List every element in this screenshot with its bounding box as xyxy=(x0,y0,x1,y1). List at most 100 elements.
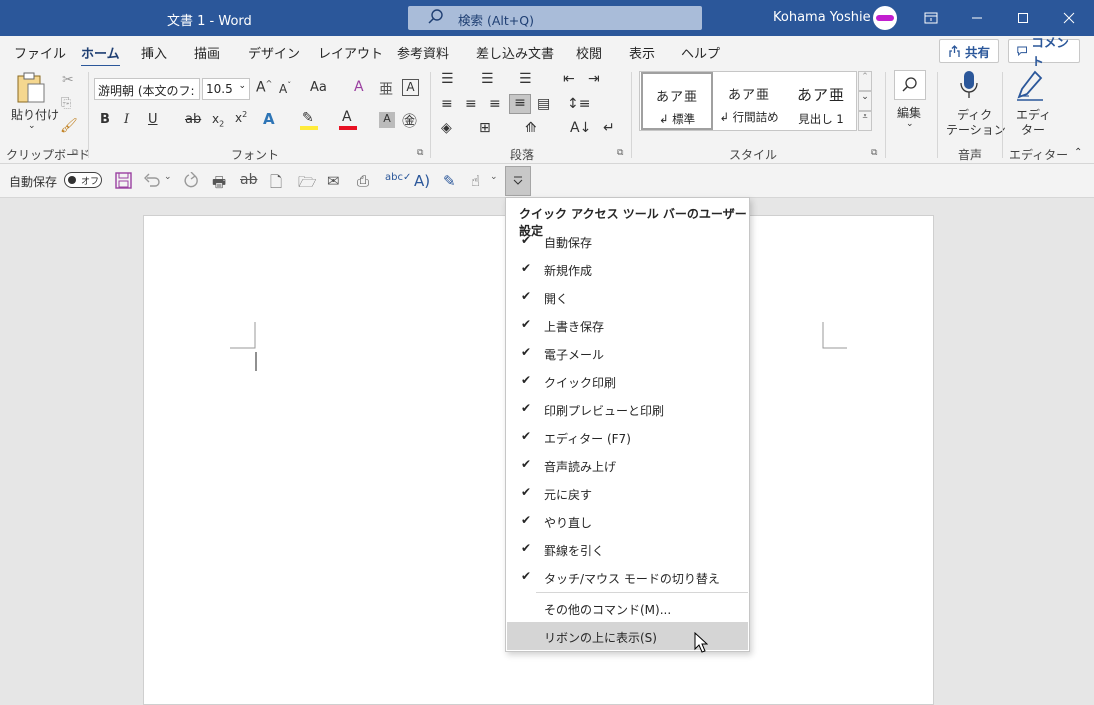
paragraph-launcher-icon[interactable]: ⧉ xyxy=(617,148,623,158)
paste-chevron-icon[interactable]: ⌄ xyxy=(28,121,36,131)
enclose-characters-icon[interactable]: A xyxy=(402,79,419,96)
text-effects-icon[interactable]: A xyxy=(263,110,275,128)
tab-draw[interactable]: 描画 xyxy=(194,43,220,62)
multilevel-list-icon[interactable]: ☰ xyxy=(519,71,532,87)
menu-item-more-commands[interactable]: その他のコマンド(M)... xyxy=(507,594,748,622)
editor-button[interactable] xyxy=(1015,70,1045,105)
menu-item-email[interactable]: ✔ 電子メール xyxy=(507,339,748,367)
tab-home[interactable]: ホーム xyxy=(81,43,120,68)
distributed-icon[interactable]: ▤ xyxy=(537,96,550,112)
style-heading-1[interactable]: あア亜 見出し 1 xyxy=(785,72,857,130)
styles-launcher-icon[interactable]: ⧉ xyxy=(871,148,877,158)
menu-item-draw-borders[interactable]: ✔ 罫線を引く xyxy=(507,535,748,563)
clear-formatting-icon[interactable]: A xyxy=(354,79,364,95)
style-no-spacing[interactable]: あア亜 ↲ 行間詰め xyxy=(713,72,785,130)
quick-print-icon[interactable]: 🖶 xyxy=(212,172,226,197)
menu-item-quick-print[interactable]: ✔ クイック印刷 xyxy=(507,367,748,395)
copy-icon[interactable]: ⎘ xyxy=(61,96,71,111)
tab-references[interactable]: 参考資料 xyxy=(397,43,449,62)
search-box[interactable]: 検索 (Alt+Q) xyxy=(408,6,702,30)
clipboard-launcher-icon[interactable]: ⧉ xyxy=(72,148,78,158)
change-case-button[interactable]: Aa xyxy=(310,80,327,95)
grow-font-icon[interactable]: A^ xyxy=(256,79,272,96)
undo-chevron-icon[interactable]: ⌄ xyxy=(164,172,172,182)
align-left-icon[interactable]: ≡ xyxy=(441,96,453,112)
maximize-button[interactable] xyxy=(1000,0,1046,36)
close-button[interactable] xyxy=(1046,0,1092,36)
menu-item-redo[interactable]: ✔ やり直し xyxy=(507,507,748,535)
tab-design[interactable]: デザイン xyxy=(248,43,300,62)
shading-icon[interactable]: ◈ xyxy=(441,120,452,136)
italic-button[interactable]: I xyxy=(124,112,129,127)
style-normal[interactable]: あア亜 ↲ 標準 xyxy=(641,72,713,130)
dictate-label-2[interactable]: テーション xyxy=(946,121,1006,138)
asian-layout-icon[interactable]: ⟰ xyxy=(525,120,537,136)
menu-item-open[interactable]: ✔ 開く xyxy=(507,283,748,311)
menu-item-show-above-ribbon[interactable]: リボンの上に表示(S) xyxy=(507,622,748,650)
read-aloud-icon[interactable]: A) xyxy=(414,172,430,190)
bullets-icon[interactable]: ☰ xyxy=(441,71,454,87)
dictate-button[interactable] xyxy=(958,70,980,105)
editor-label-2[interactable]: ター xyxy=(1021,121,1045,138)
autosave-toggle[interactable]: オフ xyxy=(64,172,102,188)
draw-borders-icon[interactable]: ab xyxy=(240,172,257,188)
menu-item-touch-mode[interactable]: ✔ タッチ/マウス モードの切り替え xyxy=(507,563,748,591)
tab-view[interactable]: 表示 xyxy=(629,43,655,62)
ribbon-display-options-button[interactable] xyxy=(908,0,954,36)
find-button[interactable] xyxy=(894,70,926,100)
shrink-font-icon[interactable]: Aˇ xyxy=(279,81,291,96)
bold-button[interactable]: B xyxy=(100,112,110,127)
collapse-ribbon-icon[interactable]: ⌃ xyxy=(1074,147,1082,158)
menu-item-print-preview[interactable]: ✔ 印刷プレビューと印刷 xyxy=(507,395,748,423)
customize-qat-button[interactable] xyxy=(505,166,531,196)
spelling-icon[interactable]: abc✓ xyxy=(385,172,411,183)
align-right-icon[interactable]: ≡ xyxy=(489,96,501,112)
font-launcher-icon[interactable]: ⧉ xyxy=(417,148,423,158)
cut-icon[interactable]: ✂ xyxy=(62,72,74,88)
email-icon[interactable]: ✉ xyxy=(327,172,340,190)
format-painter-icon[interactable]: 🖌 xyxy=(60,118,78,134)
undo-button[interactable] xyxy=(143,172,161,192)
character-shading-icon[interactable]: A xyxy=(379,112,395,128)
borders-icon[interactable]: ⊞ xyxy=(479,120,491,136)
styles-more-icon[interactable]: ⩡ xyxy=(858,111,872,131)
tab-mailings[interactable]: 差し込み文書 xyxy=(476,43,554,62)
editor-qat-icon[interactable]: ✎ xyxy=(443,172,456,190)
increase-indent-icon[interactable]: ⇥ xyxy=(588,71,600,87)
tab-review[interactable]: 校閲 xyxy=(576,43,602,62)
redo-button[interactable] xyxy=(181,171,199,192)
editing-chevron-icon[interactable]: ⌄ xyxy=(906,119,914,129)
font-color-icon[interactable]: A xyxy=(342,109,352,125)
tab-file[interactable]: ファイル xyxy=(14,43,66,62)
paste-button[interactable] xyxy=(14,72,48,107)
tab-help[interactable]: ヘルプ xyxy=(681,43,720,62)
menu-item-undo[interactable]: ✔ 元に戻す xyxy=(507,479,748,507)
menu-item-autosave[interactable]: ✔ 自動保存 xyxy=(507,227,748,255)
strikethrough-button[interactable]: ab xyxy=(185,112,201,127)
phonetic-guide-icon[interactable]: 亜 xyxy=(379,79,393,99)
highlight-icon[interactable]: ✎ xyxy=(302,110,314,126)
save-button[interactable] xyxy=(115,172,132,192)
enclosed-character-icon[interactable]: ㊎ xyxy=(402,110,417,131)
font-name-combo[interactable]: 游明朝 (本文のフ: xyxy=(94,78,200,100)
menu-item-editor[interactable]: ✔ エディター (F7) xyxy=(507,423,748,451)
show-hide-marks-icon[interactable]: ↵ xyxy=(603,120,615,136)
line-spacing-icon[interactable]: ↕≡ xyxy=(567,96,590,112)
new-document-icon[interactable]: 🗋 xyxy=(270,172,282,197)
font-size-combo[interactable]: 10.5 ⌄ xyxy=(202,78,250,100)
underline-button[interactable]: U xyxy=(148,112,158,127)
tab-layout[interactable]: レイアウト xyxy=(318,43,383,62)
comment-button[interactable]: コメント xyxy=(1008,35,1080,69)
justify-icon[interactable]: ≡ xyxy=(509,94,531,114)
open-icon[interactable]: 🗁 xyxy=(298,172,317,197)
menu-item-read-aloud[interactable]: ✔ 音声読み上げ xyxy=(507,451,748,479)
sort-icon[interactable]: A↓ xyxy=(570,120,591,136)
styles-scroll-up-icon[interactable]: ⌃ xyxy=(858,71,872,91)
styles-scroll-down-icon[interactable]: ⌄ xyxy=(858,91,872,111)
menu-item-new[interactable]: ✔ 新規作成 xyxy=(507,255,748,283)
decrease-indent-icon[interactable]: ⇤ xyxy=(563,71,575,87)
menu-item-save[interactable]: ✔ 上書き保存 xyxy=(507,311,748,339)
print-preview-icon[interactable]: ⎙ xyxy=(357,172,369,190)
superscript-button[interactable]: x2 xyxy=(235,110,247,125)
subscript-button[interactable]: x2 xyxy=(212,112,224,128)
